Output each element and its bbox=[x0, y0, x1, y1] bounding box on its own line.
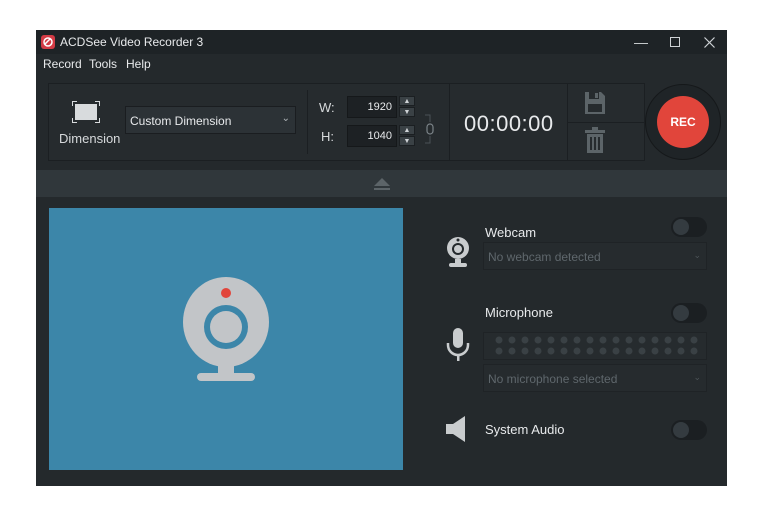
divider bbox=[307, 90, 308, 154]
rec-button-ring: REC bbox=[645, 84, 721, 160]
chevron-down-icon: ⌄ bbox=[693, 372, 701, 382]
system-audio-toggle-knob bbox=[673, 422, 689, 438]
system-audio-toggle[interactable] bbox=[671, 420, 707, 440]
height-decrement-button[interactable]: ▼ bbox=[399, 136, 415, 146]
microphone-toggle[interactable] bbox=[671, 303, 707, 323]
camera-preview bbox=[49, 208, 403, 470]
menu-record[interactable]: Record bbox=[43, 57, 82, 71]
system-audio-label: System Audio bbox=[485, 422, 565, 437]
divider bbox=[567, 122, 644, 123]
maximize-icon bbox=[670, 37, 680, 47]
save-icon[interactable] bbox=[585, 92, 605, 119]
minimize-button[interactable]: — bbox=[624, 30, 658, 54]
width-label: W: bbox=[319, 100, 335, 115]
window-title: ACDSee Video Recorder 3 bbox=[60, 35, 204, 49]
microphone-label: Microphone bbox=[485, 305, 553, 320]
maximize-button[interactable] bbox=[658, 30, 692, 54]
height-input[interactable]: 1040 bbox=[347, 125, 397, 147]
menu-bar: Record Tools Help bbox=[36, 54, 727, 74]
webcam-toggle[interactable] bbox=[671, 217, 707, 237]
microphone-select[interactable]: No microphone selected ⌄ bbox=[483, 364, 707, 392]
webcam-label: Webcam bbox=[485, 225, 537, 240]
webcam-select[interactable]: No webcam detected ⌄ bbox=[483, 242, 707, 270]
chevron-down-icon: ⌄ bbox=[281, 113, 290, 124]
dimension-label: Dimension bbox=[59, 131, 121, 146]
webcam-select-value: No webcam detected bbox=[488, 250, 601, 264]
width-increment-button[interactable]: ▲ bbox=[399, 96, 415, 106]
close-button[interactable] bbox=[692, 30, 726, 54]
microphone-level-meter bbox=[483, 332, 707, 360]
height-increment-button[interactable]: ▲ bbox=[399, 125, 415, 135]
toolbar-panel: Dimension Custom Dimension ⌄ W: 1920 ▲ ▼… bbox=[48, 83, 645, 161]
menu-help[interactable]: Help bbox=[126, 57, 151, 71]
title-bar: ACDSee Video Recorder 3 — bbox=[36, 30, 727, 54]
rec-button[interactable]: REC bbox=[657, 96, 709, 148]
capture-toolbar: Dimension Custom Dimension ⌄ W: 1920 ▲ ▼… bbox=[48, 83, 724, 161]
microphone-select-value: No microphone selected bbox=[488, 372, 618, 386]
divider bbox=[449, 84, 450, 160]
collapse-up-icon bbox=[373, 177, 390, 190]
width-input[interactable]: 1920 bbox=[347, 96, 397, 118]
webcam-placeholder-icon bbox=[183, 277, 269, 381]
dimension-select[interactable]: Custom Dimension ⌄ bbox=[125, 106, 296, 134]
recording-timer: 00:00:00 bbox=[464, 111, 554, 136]
chevron-down-icon: ⌄ bbox=[693, 250, 701, 260]
trash-icon[interactable] bbox=[585, 127, 605, 158]
dimension-icon[interactable] bbox=[71, 100, 101, 128]
microphone-icon bbox=[446, 328, 470, 369]
aspect-lock-icon[interactable] bbox=[423, 114, 435, 149]
microphone-toggle-knob bbox=[673, 305, 689, 321]
webcam-icon bbox=[446, 236, 470, 273]
close-icon bbox=[703, 36, 715, 48]
width-decrement-button[interactable]: ▼ bbox=[399, 107, 415, 117]
app-logo-icon bbox=[41, 35, 55, 49]
speaker-icon bbox=[446, 416, 468, 447]
app-window: ACDSee Video Recorder 3 — Record Tools H… bbox=[36, 30, 727, 486]
height-label: H: bbox=[321, 129, 334, 144]
menu-tools[interactable]: Tools bbox=[89, 57, 117, 71]
collapse-toolbar-button[interactable] bbox=[36, 170, 727, 197]
dimension-select-value: Custom Dimension bbox=[130, 114, 232, 128]
webcam-toggle-knob bbox=[673, 219, 689, 235]
minimize-icon: — bbox=[634, 34, 648, 50]
